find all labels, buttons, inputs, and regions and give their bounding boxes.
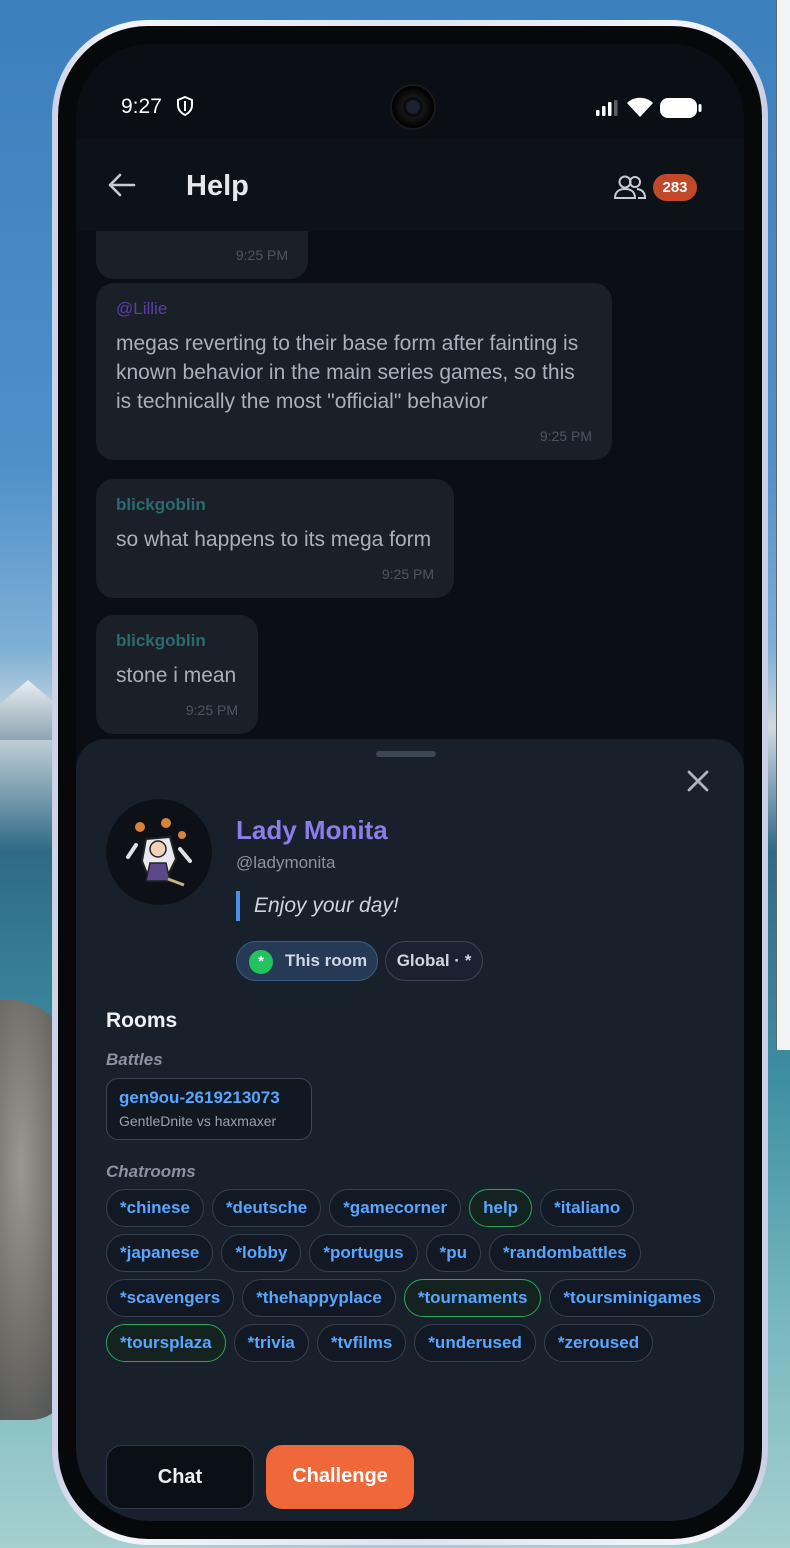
status-time: 9:27 [121, 95, 162, 118]
chatroom-pill[interactable]: *tvfilms [316, 1324, 407, 1362]
message-text: stone i mean [116, 664, 237, 687]
chatroom-pill[interactable]: *scavengers [106, 1279, 235, 1317]
profile-status-message: Enjoy your day! [236, 891, 399, 921]
chatroom-row: *japanese *lobby *portugus *pu *randombattle… [106, 1234, 726, 1272]
chatrooms-label: Chatrooms [106, 1162, 196, 1181]
message-author[interactable]: @Lillie [116, 299, 592, 319]
chat-messages: 9:25 PM @Lillie megas reverting to their… [76, 231, 744, 751]
chatroom-row: *scavengers *thehappyplace *tournaments *to… [106, 1279, 726, 1317]
chat-message: 9:25 PM [96, 231, 308, 279]
back-arrow-icon[interactable] [108, 173, 136, 197]
room-rank-symbol: * [249, 950, 273, 974]
this-room-chip[interactable]: * This room [236, 941, 378, 981]
chat-button[interactable]: Chat [106, 1445, 254, 1509]
chatroom-row: *chinese *deutsche *gamecorner help *italian… [106, 1189, 726, 1227]
avatar [106, 799, 212, 905]
challenge-button[interactable]: Challenge [266, 1445, 414, 1509]
signal-icon [596, 100, 618, 116]
app-header: Help 283 [76, 139, 744, 231]
front-camera [390, 84, 436, 130]
chatroom-pill[interactable]: help [469, 1189, 533, 1227]
chatroom-pill[interactable]: *lobby [221, 1234, 302, 1272]
close-icon[interactable] [686, 769, 710, 793]
chatroom-pill[interactable]: *thehappyplace [242, 1279, 396, 1317]
message-time: 9:25 PM [235, 247, 288, 263]
message-time: 9:25 PM [185, 702, 238, 718]
battles-label: Battles [106, 1050, 163, 1069]
rooms-heading: Rooms [106, 1009, 178, 1032]
message-text: megas reverting to their base form after… [116, 332, 579, 413]
message-time: 9:25 PM [539, 428, 592, 444]
battle-players: GentleDnite vs haxmaxer [119, 1113, 277, 1129]
chatroom-pill[interactable]: *japanese [106, 1234, 214, 1272]
message-time: 9:25 PM [381, 566, 434, 582]
chatroom-pill[interactable]: *portugus [309, 1234, 418, 1272]
this-room-label: This room [285, 951, 368, 970]
phone-frame: 9:27 Help 283 9:25 PM @Lillie megas reve… [52, 20, 768, 1545]
shield-icon [177, 96, 193, 116]
app-screen: 9:27 Help 283 9:25 PM @Lillie megas reve… [76, 44, 744, 1521]
chatroom-pill[interactable]: *zeroused [543, 1324, 654, 1362]
users-icon[interactable] [614, 174, 646, 200]
chatroom-pill[interactable]: *tournaments [403, 1279, 542, 1317]
sheet-drag-handle[interactable] [376, 751, 436, 757]
chat-message: @Lillie megas reverting to their base fo… [96, 283, 612, 460]
user-count-badge[interactable]: 283 [653, 174, 697, 201]
background-window-edge [776, 0, 790, 1050]
page-title: Help [186, 170, 249, 202]
battle-card[interactable]: gen9ou-2619213073 GentleDnite vs haxmaxe… [106, 1078, 312, 1140]
message-author[interactable]: blickgoblin [116, 631, 238, 651]
user-profile-sheet: Lady Monita @ladymonita Enjoy your day! … [76, 739, 744, 1521]
message-text: so what happens to its mega form [116, 528, 432, 551]
chatroom-pill[interactable]: *underused [414, 1324, 536, 1362]
chatroom-row: *toursplaza *trivia *tvfilms *underused *zer… [106, 1324, 726, 1362]
wifi-icon [627, 97, 653, 117]
avatar-sprite [126, 818, 192, 887]
chatroom-pill[interactable]: *chinese [106, 1189, 204, 1227]
chatroom-pill[interactable]: *pu [425, 1234, 482, 1272]
chat-message: blickgoblin stone i mean 9:25 PM [96, 615, 258, 734]
chatroom-pill[interactable]: *italiano [540, 1189, 635, 1227]
phone-bezel: 9:27 Help 283 9:25 PM @Lillie megas reve… [58, 26, 762, 1539]
chatroom-pill[interactable]: *trivia [233, 1324, 309, 1362]
global-rank-chip[interactable]: Global · * [385, 941, 483, 981]
chatroom-pill[interactable]: *randombattles [489, 1234, 641, 1272]
status-bar: 9:27 [76, 44, 744, 139]
chatroom-list: *chinese *deutsche *gamecorner help *italian… [106, 1189, 726, 1369]
chatroom-pill[interactable]: *toursminigames [549, 1279, 716, 1317]
battery-icon [660, 98, 702, 118]
profile-name: Lady Monita [236, 815, 388, 845]
chatroom-pill[interactable]: *toursplaza [106, 1324, 226, 1362]
profile-handle: @ladymonita [236, 853, 336, 872]
chat-message: blickgoblin so what happens to its mega … [96, 479, 454, 598]
message-author[interactable]: blickgoblin [116, 495, 434, 515]
battle-id: gen9ou-2619213073 [119, 1088, 280, 1107]
chatroom-pill[interactable]: *deutsche [211, 1189, 322, 1227]
chatroom-pill[interactable]: *gamecorner [329, 1189, 462, 1227]
